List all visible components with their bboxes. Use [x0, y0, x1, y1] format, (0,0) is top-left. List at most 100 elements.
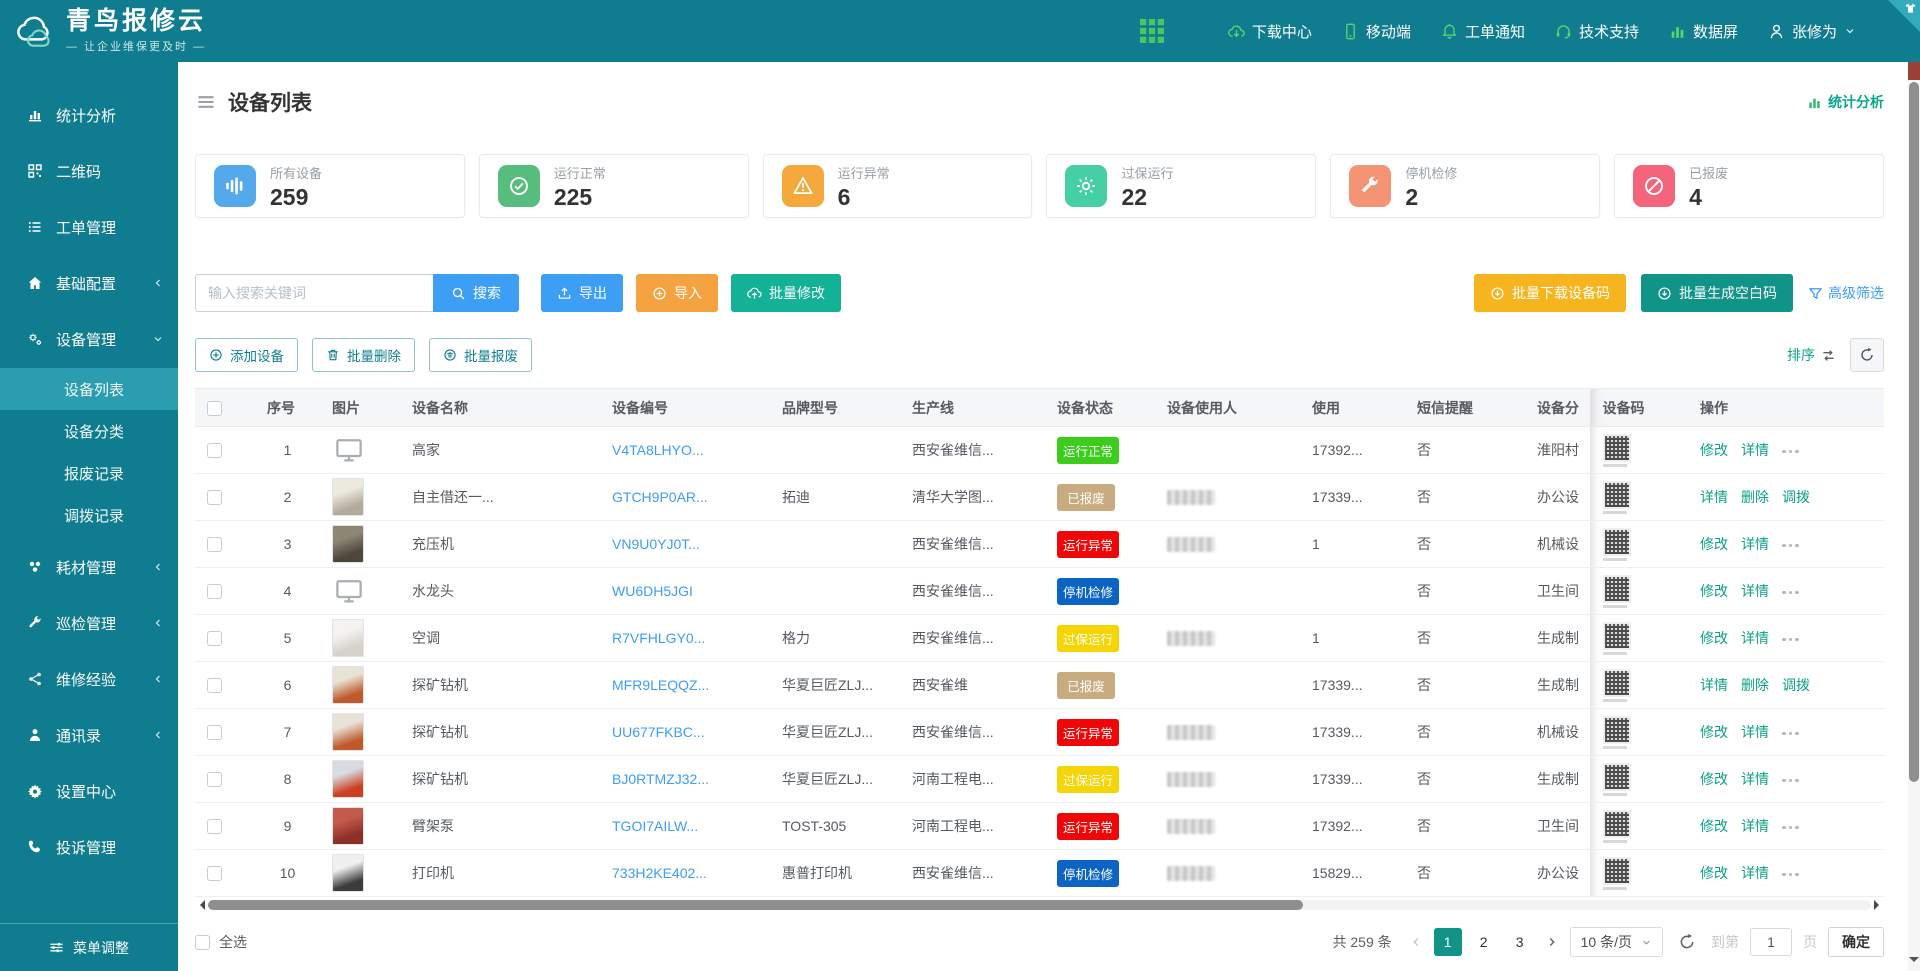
page-size-select[interactable]: 10 条/页: [1570, 927, 1663, 957]
device-photo[interactable]: [332, 807, 364, 845]
batch-edit-button[interactable]: 批量修改: [731, 274, 841, 312]
more-operations-button[interactable]: [1782, 826, 1799, 830]
page-number-3[interactable]: 3: [1506, 928, 1534, 956]
device-code-link[interactable]: BJ0RTMZJ32...: [612, 771, 709, 787]
device-photo[interactable]: [332, 854, 364, 892]
qr-code-thumbnail[interactable]: [1603, 622, 1689, 655]
operation-link[interactable]: 详情: [1741, 818, 1769, 834]
sidebar-item-8[interactable]: 维修经验: [0, 656, 178, 702]
more-operations-button[interactable]: [1782, 873, 1799, 877]
stat-card-6[interactable]: 已报废4: [1614, 154, 1884, 218]
qr-code-thumbnail[interactable]: [1603, 763, 1689, 796]
device-code-link[interactable]: 733H2KE402...: [612, 865, 707, 881]
more-operations-button[interactable]: [1782, 450, 1799, 454]
operation-link[interactable]: 详情: [1741, 724, 1769, 740]
device-code-link[interactable]: MFR9LEQQZ...: [612, 677, 709, 693]
device-photo[interactable]: [332, 713, 364, 751]
prev-page-icon[interactable]: [1409, 935, 1423, 949]
confirm-button[interactable]: 确定: [1828, 927, 1884, 957]
sidebar-subitem-3[interactable]: 报废记录: [0, 452, 178, 494]
vertical-scrollbar[interactable]: [1908, 62, 1920, 971]
sidebar-item-11[interactable]: 投诉管理: [0, 824, 178, 870]
sidebar-subitem-4[interactable]: 调拨记录: [0, 494, 178, 536]
batch-download-codes-button[interactable]: 批量下载设备码: [1474, 274, 1626, 312]
operation-link[interactable]: 修改: [1700, 818, 1728, 834]
row-checkbox[interactable]: [207, 725, 222, 740]
more-operations-button[interactable]: [1782, 779, 1799, 783]
qr-code-thumbnail[interactable]: [1603, 669, 1689, 702]
operation-link[interactable]: 删除: [1741, 489, 1769, 505]
next-page-icon[interactable]: [1545, 935, 1559, 949]
refresh-pagination-icon[interactable]: [1678, 933, 1696, 951]
qr-code-thumbnail[interactable]: [1603, 528, 1689, 561]
row-checkbox[interactable]: [207, 584, 222, 599]
row-checkbox[interactable]: [207, 631, 222, 646]
sidebar-subitem-2[interactable]: 设备分类: [0, 410, 178, 452]
apps-grid-icon[interactable]: [1140, 19, 1164, 43]
row-checkbox[interactable]: [207, 443, 222, 458]
operation-link[interactable]: 详情: [1741, 442, 1769, 458]
device-code-link[interactable]: TGOI7AILW...: [612, 818, 698, 834]
more-operations-button[interactable]: [1782, 732, 1799, 736]
operation-link[interactable]: 详情: [1741, 630, 1769, 646]
row-checkbox[interactable]: [207, 537, 222, 552]
user-menu[interactable]: 张修为: [1768, 21, 1856, 42]
qr-code-thumbnail[interactable]: [1603, 857, 1689, 890]
sidebar-item-menu-adjust[interactable]: 菜单调整: [0, 923, 178, 971]
device-photo[interactable]: [332, 666, 364, 704]
search-input[interactable]: [195, 274, 433, 312]
sidebar-item-4[interactable]: 基础配置: [0, 260, 178, 306]
more-operations-button[interactable]: [1782, 591, 1799, 595]
header-checkbox[interactable]: [207, 401, 222, 416]
advanced-filter-link[interactable]: 高级筛选: [1808, 283, 1884, 303]
sidebar-item-9[interactable]: 通讯录: [0, 712, 178, 758]
page-number-1[interactable]: 1: [1434, 928, 1462, 956]
device-photo[interactable]: [332, 760, 364, 798]
import-button[interactable]: 导入: [636, 274, 718, 312]
batch-delete-button[interactable]: 批量删除: [312, 338, 415, 372]
sidebar-item-6[interactable]: 耗材管理: [0, 544, 178, 590]
operation-link[interactable]: 修改: [1700, 630, 1728, 646]
sidebar-item-5[interactable]: 设备管理: [0, 316, 178, 362]
app-logo[interactable]: 青鸟报修云 — 让企业维保更及时 —: [0, 8, 360, 55]
device-code-link[interactable]: VN9U0YJ0T...: [612, 536, 700, 552]
add-device-button[interactable]: 添加设备: [195, 338, 298, 372]
search-button[interactable]: 搜索: [433, 274, 519, 312]
topbar-item-1[interactable]: 下载中心: [1228, 21, 1312, 42]
row-checkbox[interactable]: [207, 819, 222, 834]
operation-link[interactable]: 修改: [1700, 865, 1728, 881]
row-checkbox[interactable]: [207, 490, 222, 505]
device-photo[interactable]: [332, 478, 364, 516]
horizontal-scroll-thumb[interactable]: [208, 900, 1303, 910]
sidebar-subitem-1[interactable]: 设备列表: [0, 368, 178, 410]
row-checkbox[interactable]: [207, 678, 222, 693]
scroll-right-arrow-icon[interactable]: [1874, 900, 1884, 910]
scroll-left-arrow-icon[interactable]: [195, 900, 205, 910]
qr-code-thumbnail[interactable]: [1603, 575, 1689, 608]
operation-link[interactable]: 删除: [1741, 677, 1769, 693]
stat-card-2[interactable]: 运行正常225: [479, 154, 749, 218]
select-all-checkbox[interactable]: [195, 935, 210, 950]
stats-analysis-link[interactable]: 统计分析: [1807, 92, 1884, 112]
more-operations-button[interactable]: [1782, 544, 1799, 548]
operation-link[interactable]: 详情: [1741, 583, 1769, 599]
stat-card-5[interactable]: 停机检修2: [1330, 154, 1600, 218]
page-number-2[interactable]: 2: [1470, 928, 1498, 956]
operation-link[interactable]: 详情: [1700, 677, 1728, 693]
goto-page-input[interactable]: [1750, 928, 1792, 956]
operation-link[interactable]: 详情: [1700, 489, 1728, 505]
stat-card-3[interactable]: 运行异常6: [763, 154, 1033, 218]
qr-code-thumbnail[interactable]: [1603, 434, 1689, 467]
sidebar-item-1[interactable]: 统计分析: [0, 92, 178, 138]
sidebar-item-3[interactable]: 工单管理: [0, 204, 178, 250]
vertical-scroll-thumb[interactable]: [1909, 82, 1919, 782]
topbar-item-3[interactable]: 工单通知: [1441, 21, 1525, 42]
device-code-link[interactable]: WU6DH5JGI: [612, 583, 693, 599]
row-checkbox[interactable]: [207, 866, 222, 881]
sidebar-item-10[interactable]: 设置中心: [0, 768, 178, 814]
qr-code-thumbnail[interactable]: [1603, 481, 1689, 514]
stat-card-4[interactable]: 过保运行22: [1046, 154, 1316, 218]
operation-link[interactable]: 修改: [1700, 724, 1728, 740]
operation-link[interactable]: 详情: [1741, 865, 1769, 881]
batch-generate-codes-button[interactable]: 批量生成空白码: [1641, 274, 1793, 312]
